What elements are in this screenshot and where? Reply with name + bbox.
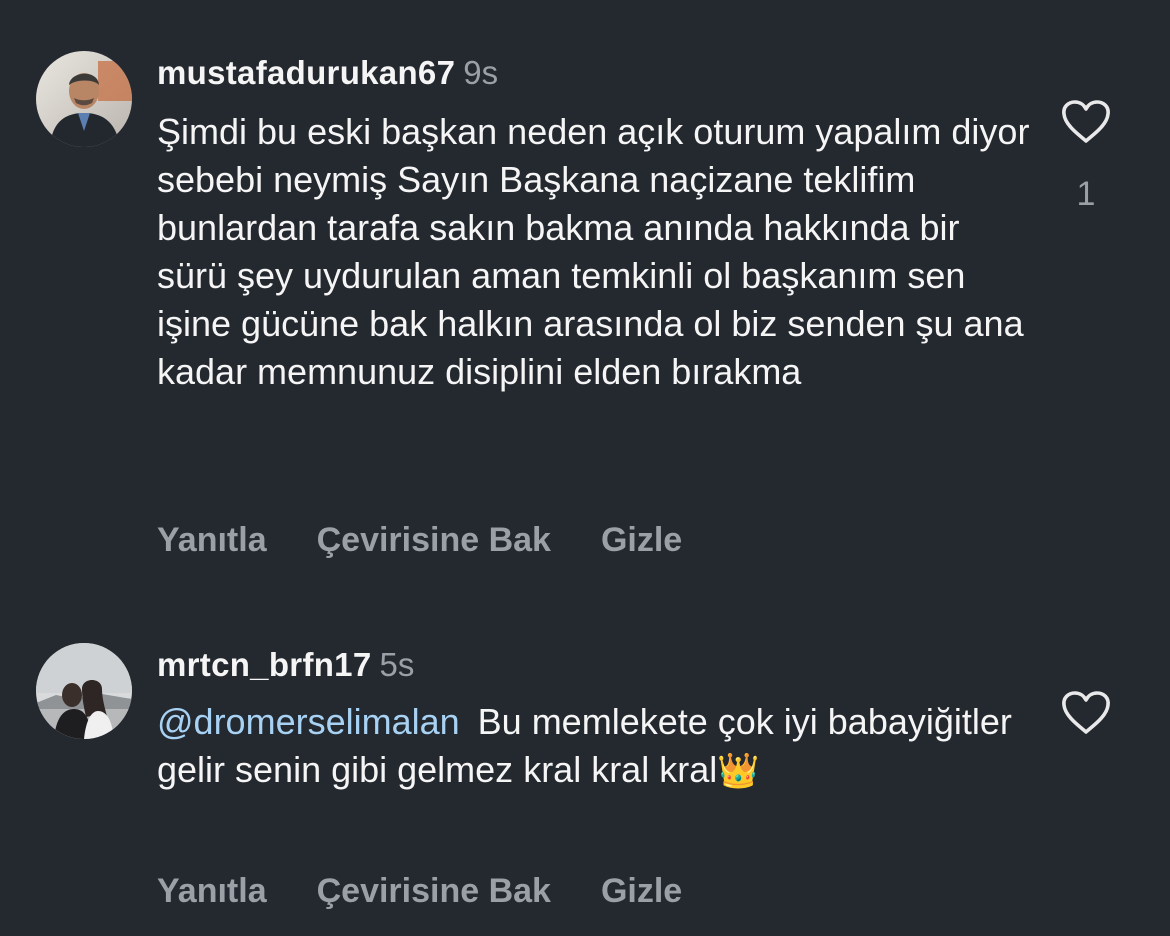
comment-header: mustafadurukan67 9s: [157, 53, 498, 93]
username[interactable]: mustafadurukan67: [157, 54, 455, 91]
comment-item: mrtcn_brfn17 5s @dromerselimalan Bu memlek…: [0, 620, 1170, 936]
comment-item: mustafadurukan67 9s Şimdi bu eski başkan …: [0, 0, 1170, 600]
user-avatar[interactable]: [36, 643, 132, 739]
translate-button[interactable]: Çevirisine Bak: [317, 872, 551, 910]
like-count: 1: [1076, 175, 1096, 213]
translate-button[interactable]: Çevirisine Bak: [317, 521, 551, 559]
heart-outline-icon[interactable]: [1060, 99, 1112, 145]
mention-link[interactable]: @dromerselimalan: [157, 701, 460, 742]
user-avatar[interactable]: [36, 51, 132, 147]
heart-outline-icon[interactable]: [1060, 690, 1112, 736]
avatar-photo: [36, 643, 132, 739]
timestamp: 9s: [463, 54, 499, 91]
avatar-photo: [36, 51, 132, 147]
timestamp: 5s: [379, 646, 415, 683]
comment-actions: Yanıtla Çevirisine Bak Gizle: [157, 520, 682, 560]
reply-button[interactable]: Yanıtla: [157, 521, 267, 559]
crown-emoji: 👑: [717, 751, 760, 791]
comment-text: Şimdi bu eski başkan neden açık oturum y…: [157, 108, 1037, 396]
hide-button[interactable]: Gizle: [601, 521, 682, 559]
hide-button[interactable]: Gizle: [601, 872, 682, 910]
comment-body: Şimdi bu eski başkan neden açık oturum y…: [157, 111, 1030, 392]
username[interactable]: mrtcn_brfn17: [157, 646, 372, 683]
comment-header: mrtcn_brfn17 5s: [157, 645, 414, 685]
comment-actions: Yanıtla Çevirisine Bak Gizle: [157, 871, 682, 911]
reply-button[interactable]: Yanıtla: [157, 872, 267, 910]
comment-text: @dromerselimalan Bu memlekete çok iyi bab…: [157, 698, 1037, 795]
